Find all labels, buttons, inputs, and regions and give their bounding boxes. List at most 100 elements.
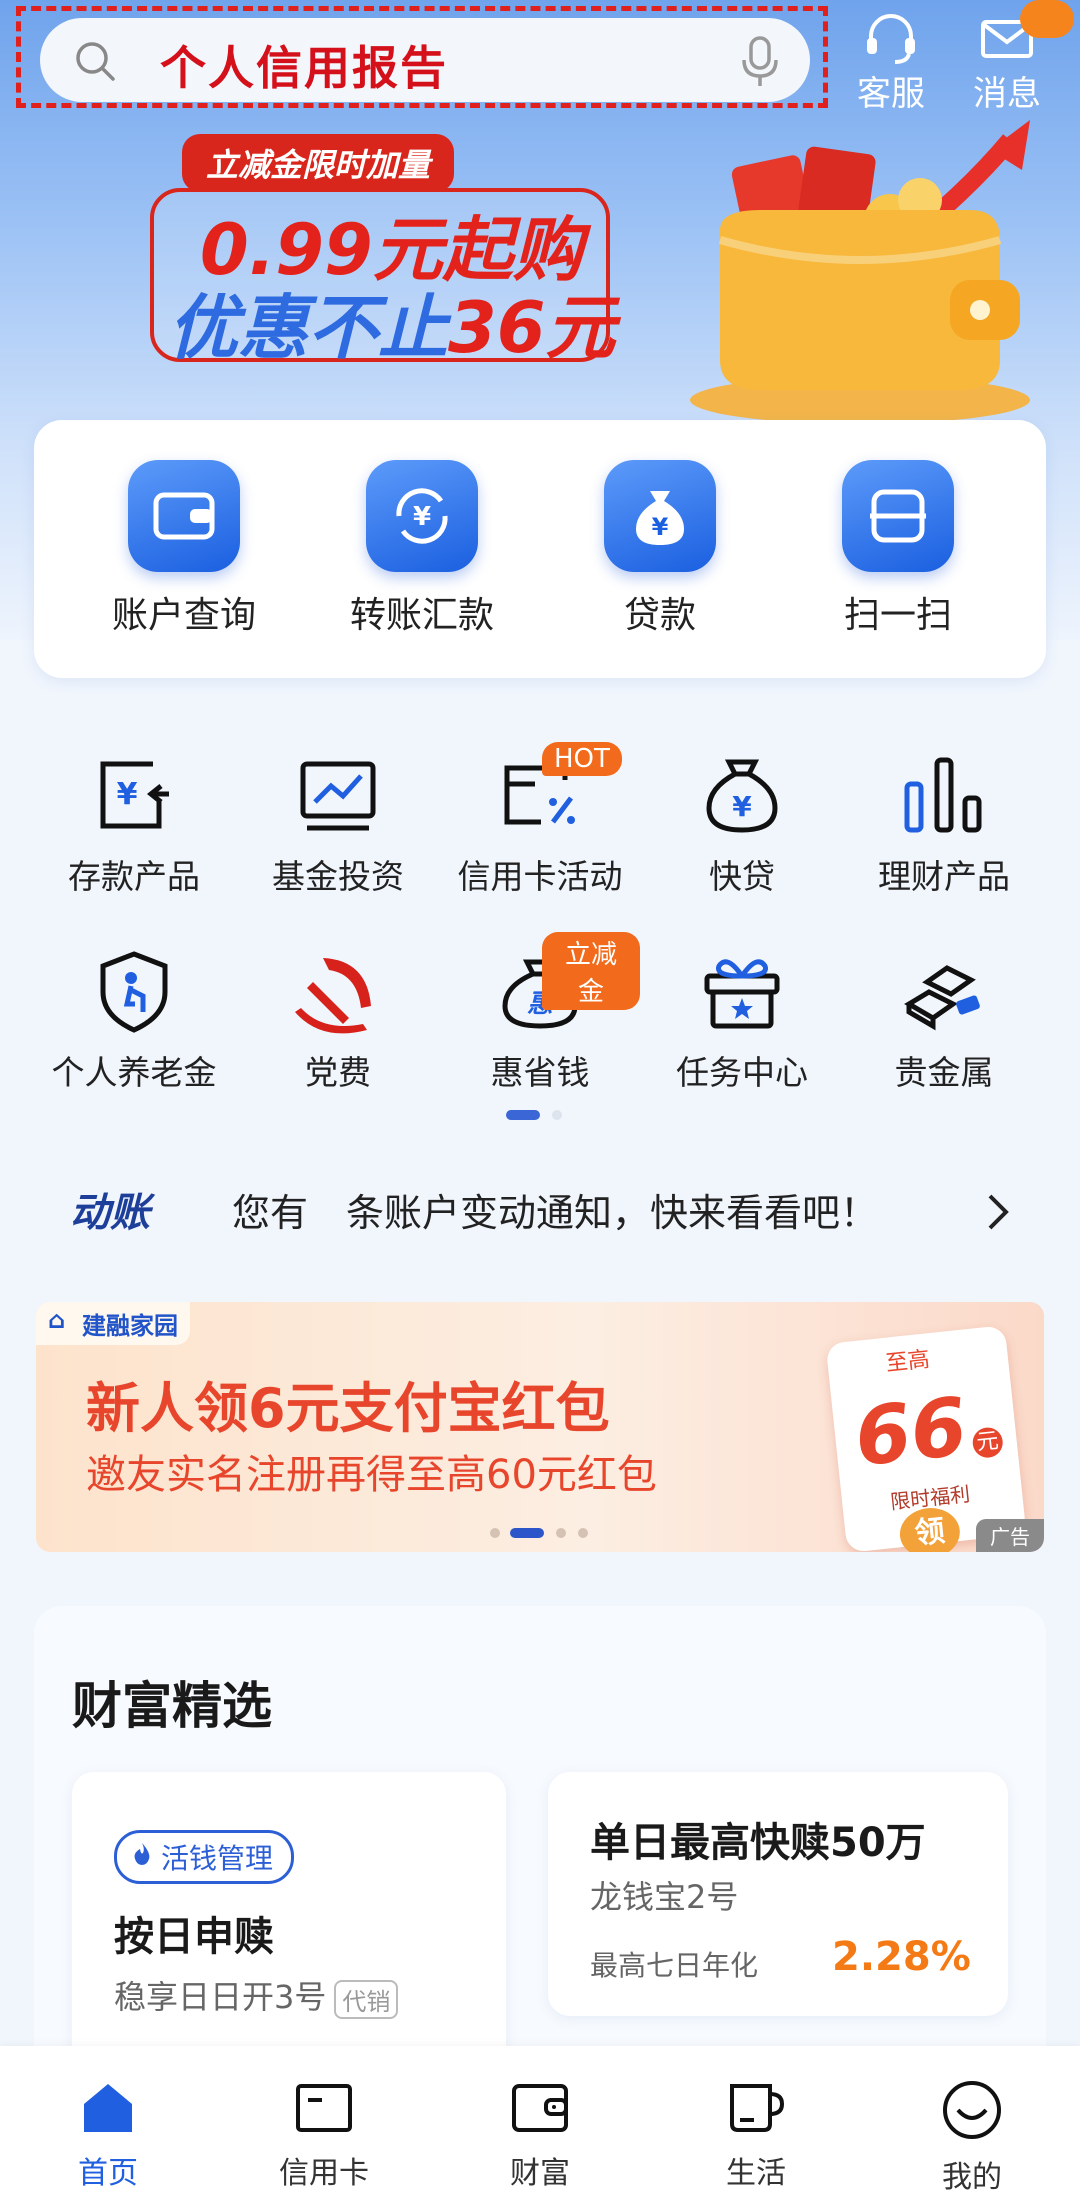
grid-label: 个人养老金	[51, 1053, 217, 1092]
ad-card-value: 66	[850, 1379, 972, 1485]
customer-service-button[interactable]: 客服	[836, 10, 946, 115]
scan-button[interactable]: 扫一扫	[798, 460, 998, 638]
account-notice-bar[interactable]: 动账 您有 条账户变动通知，快来看看吧！	[70, 1172, 1030, 1246]
money-bag-icon: ¥	[604, 460, 716, 572]
grid-pager-active	[506, 1110, 540, 1120]
nav-label: 财富	[510, 2156, 570, 2191]
wealth-card-heading: 单日最高快赎50万	[590, 1820, 926, 1866]
nav-credit-card[interactable]: 信用卡	[234, 2080, 414, 2192]
cup-icon	[730, 2084, 785, 2132]
svg-text:¥: ¥	[413, 502, 431, 532]
grid-item-party-fee[interactable]: 党费	[238, 946, 438, 1094]
grid-label: 党费	[305, 1053, 371, 1092]
ad-pager-dot	[578, 1528, 588, 1538]
home-icon	[84, 2084, 132, 2132]
svg-text:¥: ¥	[732, 790, 752, 823]
search-highlight-box	[16, 6, 828, 108]
gift-icon	[697, 946, 787, 1036]
gold-bars-icon	[899, 946, 989, 1036]
gold-wallet-icon	[690, 120, 1030, 424]
grid-label: 快贷	[709, 857, 775, 896]
grid-item-pension[interactable]: 个人养老金	[34, 946, 234, 1094]
grid-item-credit-card-activity[interactable]: HOT 信用卡活动	[440, 742, 640, 898]
grid-label: 基金投资	[272, 857, 404, 896]
rate-label: 最高七日年化	[590, 1949, 759, 1982]
agency-tag: 代销	[334, 1979, 399, 2019]
scan-icon	[842, 460, 954, 572]
ad-subtitle: 邀友实名注册再得至高60元红包	[86, 1452, 657, 1498]
grid-item-deposit[interactable]: ¥ 存款产品	[34, 750, 234, 898]
transfer-label: 转账汇款	[349, 595, 494, 636]
ad-pager-dot	[556, 1528, 566, 1538]
nav-me[interactable]: 我的	[882, 2080, 1062, 2196]
ad-pager-dot	[490, 1528, 500, 1538]
wealth-pill-label: 活钱管理	[161, 1842, 274, 1875]
ad-card-top: 至高	[884, 1347, 932, 1377]
smile-icon	[943, 2081, 1001, 2139]
wealth-title: 财富精选	[72, 1677, 272, 1735]
scan-label: 扫一扫	[843, 595, 952, 636]
account-inquiry-label: 账户查询	[111, 595, 256, 636]
grid-item-task-center[interactable]: 任务中心	[642, 946, 842, 1094]
grid-item-precious-metals[interactable]: 贵金属	[844, 946, 1044, 1094]
main-actions-card: 账户查询 ¥ 转账汇款 ¥ 贷款 扫一扫	[34, 420, 1046, 678]
money-bag-icon: ¥	[697, 750, 787, 840]
loan-button[interactable]: ¥ 贷款	[560, 460, 760, 638]
transfer-icon: ¥	[366, 460, 478, 572]
notification-badge	[1020, 0, 1074, 38]
account-inquiry-button[interactable]: 账户查询	[84, 460, 284, 638]
grid-item-fund[interactable]: 基金投资	[238, 750, 438, 898]
notice-text: 您有 条账户变动通知，快来看看吧！	[232, 1191, 879, 1235]
bottom-nav: 首页 信用卡 财富 生活 我的	[0, 2046, 1080, 2206]
grid-label: 存款产品	[68, 857, 200, 896]
nav-wealth[interactable]: 财富	[450, 2080, 630, 2192]
ad-brand: ⌂ 建融家园	[36, 1302, 190, 1345]
nav-label: 我的	[942, 2160, 1002, 2195]
grid-label: 信用卡活动	[457, 857, 623, 896]
notice-logo: 动账	[70, 1190, 150, 1236]
ad-pager-active	[510, 1528, 544, 1538]
house-icon: ⌂	[48, 1306, 66, 1334]
promo-tag: 立减金限时加量	[182, 134, 455, 192]
nav-home[interactable]: 首页	[18, 2080, 198, 2192]
wallet-icon	[128, 460, 240, 572]
nav-label: 生活	[726, 2156, 786, 2191]
fund-chart-icon	[293, 750, 383, 840]
ad-card-graphic: 至高 66 元 限时福利 领	[825, 1325, 1027, 1552]
nav-label: 信用卡	[279, 2156, 369, 2191]
grid-item-save-money[interactable]: 惠 立减金 惠省钱	[440, 932, 640, 1094]
grid-label: 任务中心	[676, 1053, 808, 1092]
nav-life[interactable]: 生活	[666, 2080, 846, 2192]
ad-banner[interactable]: ⌂ 建融家园 新人领6元支付宝红包 邀友实名注册再得至高60元红包 至高 66 元…	[36, 1302, 1044, 1552]
transfer-button[interactable]: ¥ 转账汇款	[322, 460, 522, 638]
pension-shield-icon	[89, 946, 179, 1036]
promo-line2-prefix: 优惠不止	[168, 287, 448, 369]
party-emblem-icon	[293, 946, 383, 1036]
wealth-card-sub-text: 稳享日日开3号	[114, 1978, 327, 2016]
hot-tag: HOT	[542, 742, 622, 776]
grid-label: 贵金属	[894, 1053, 994, 1092]
ad-label: 广告	[976, 1519, 1044, 1552]
ad-brand-label: 建融家园	[82, 1312, 178, 1340]
promo-line2: 优惠不止36元	[168, 272, 615, 373]
discount-tag: 立减金	[542, 932, 640, 1010]
grid-item-quick-loan[interactable]: ¥ 快贷	[642, 750, 842, 898]
nav-label: 首页	[78, 2156, 138, 2191]
grid-pager-dot	[552, 1110, 562, 1120]
chevron-right-icon	[988, 1194, 1009, 1230]
customer-service-label: 客服	[857, 74, 925, 114]
wealth-card-sub: 龙钱宝2号	[590, 1878, 739, 1916]
ad-card-unit: 元	[971, 1426, 1005, 1460]
wallet-icon	[512, 2084, 568, 2132]
flame-icon	[134, 1843, 150, 1865]
rate-value: 2.28%	[832, 1934, 971, 1980]
headset-icon	[867, 14, 915, 64]
wealth-card-longqianbao[interactable]: 单日最高快赎50万 龙钱宝2号 最高七日年化 2.28%	[548, 1772, 1008, 2016]
loan-label: 贷款	[623, 595, 696, 636]
grid-item-wealth-products[interactable]: 理财产品	[844, 750, 1044, 898]
promo-line2-highlight: 36元	[448, 287, 616, 369]
svg-text:¥: ¥	[652, 513, 669, 541]
wealth-card-heading: 按日申赎	[114, 1914, 274, 1960]
credit-card-icon	[296, 2084, 352, 2132]
wealth-pill: 活钱管理	[114, 1830, 295, 1884]
